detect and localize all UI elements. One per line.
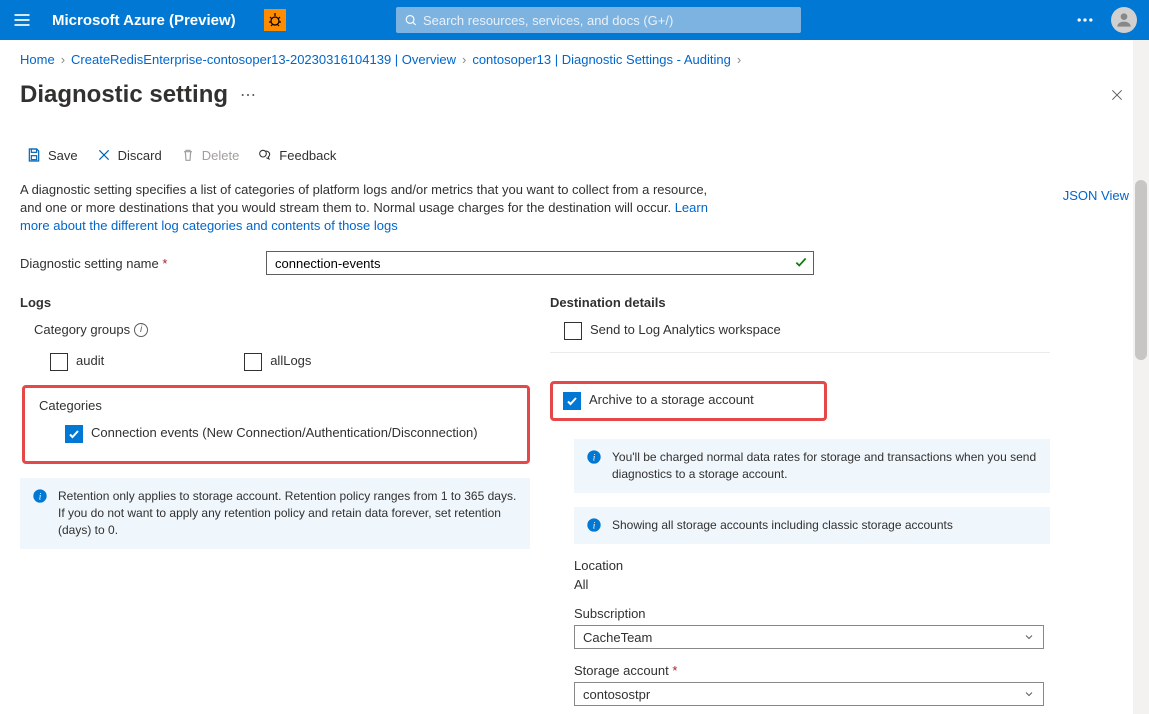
title-more-icon[interactable]: ⋯ [240,85,258,105]
categories-highlight-box: Categories Connection events (New Connec… [22,385,530,464]
vertical-scrollbar[interactable] [1133,40,1149,714]
subscription-select[interactable]: CacheTeam [574,625,1044,649]
showall-info-box: i Showing all storage accounts including… [574,507,1050,544]
archive-label: Archive to a storage account [589,392,754,407]
chevron-right-icon: › [61,52,65,67]
info-icon: i [586,517,602,533]
setting-name-label: Diagnostic setting name * [20,256,266,271]
category-groups-label: Category groups i [34,322,530,337]
svg-text:i: i [39,492,42,502]
destination-column: Destination details Send to Log Analytic… [550,295,1050,706]
charge-info-box: i You'll be charged normal data rates fo… [574,439,1050,493]
breadcrumb-deployment[interactable]: CreateRedisEnterprise-contosoper13-20230… [71,52,456,67]
avatar[interactable] [1111,7,1137,33]
top-header: Microsoft Azure (Preview) [0,0,1149,40]
brand-label[interactable]: Microsoft Azure (Preview) [52,12,236,29]
showall-info-text: Showing all storage accounts including c… [612,517,953,534]
page-title: Diagnostic setting [20,81,228,109]
delete-label: Delete [202,148,240,163]
alllogs-checkbox[interactable]: allLogs [244,353,311,371]
preview-bug-icon[interactable] [264,9,286,31]
json-view-link[interactable]: JSON View [1063,188,1129,203]
retention-info-text: Retention only applies to storage accoun… [58,488,518,539]
feedback-label: Feedback [279,148,336,163]
storage-account-value: contosostpr [583,687,650,702]
discard-label: Discard [118,148,162,163]
svg-text:i: i [593,521,596,531]
more-icon[interactable] [1075,10,1095,30]
chevron-right-icon: › [462,52,466,67]
archive-checkbox[interactable]: Archive to a storage account [563,392,754,410]
storage-account-label: Storage account * [574,663,1050,678]
scrollbar-thumb[interactable] [1135,180,1147,360]
audit-checkbox[interactable]: audit [50,353,104,371]
breadcrumb-resource[interactable]: contosoper13 | Diagnostic Settings - Aud… [472,52,730,67]
chevron-down-icon [1023,688,1035,700]
breadcrumb-home[interactable]: Home [20,52,55,67]
charge-info-text: You'll be charged normal data rates for … [612,449,1038,483]
connection-events-checkbox[interactable]: Connection events (New Connection/Authen… [65,425,517,443]
save-label: Save [48,148,78,163]
discard-button[interactable]: Discard [96,147,162,163]
destination-heading: Destination details [550,295,1050,310]
chevron-down-icon [1023,631,1035,643]
audit-label: audit [76,353,104,368]
subscription-label: Subscription [574,606,1050,621]
feedback-button[interactable]: Feedback [257,147,336,163]
subscription-value: CacheTeam [583,630,652,645]
setting-name-input[interactable] [266,251,814,275]
location-value: All [574,577,1050,592]
menu-icon[interactable] [12,10,32,30]
search-box[interactable] [396,7,801,33]
logs-column: Logs Category groups i audit allLogs Cat… [20,295,530,706]
archive-highlight-box: Archive to a storage account [550,381,827,421]
log-analytics-label: Send to Log Analytics workspace [590,322,781,337]
description-body: A diagnostic setting specifies a list of… [20,182,707,215]
save-button[interactable]: Save [26,147,78,163]
info-icon: i [586,449,602,465]
retention-info-box: i Retention only applies to storage acco… [20,478,530,549]
location-label: Location [574,558,1050,573]
description-text: A diagnostic setting specifies a list of… [20,181,720,235]
delete-button: Delete [180,147,240,163]
log-analytics-checkbox[interactable]: Send to Log Analytics workspace [564,322,1050,340]
alllogs-label: allLogs [270,353,311,368]
valid-check-icon [794,255,808,269]
content-area: Home › CreateRedisEnterprise-contosoper1… [0,40,1149,714]
command-toolbar: Save Discard Delete Feedback [20,147,1129,163]
storage-account-select[interactable]: contosostpr [574,682,1044,706]
svg-text:i: i [593,453,596,463]
info-icon: i [32,488,48,504]
connection-events-label: Connection events (New Connection/Authen… [91,425,478,440]
logs-heading: Logs [20,295,530,310]
chevron-right-icon: › [737,52,741,67]
search-input[interactable] [423,13,793,28]
categories-label: Categories [39,398,517,413]
close-icon[interactable] [1109,87,1125,103]
breadcrumb: Home › CreateRedisEnterprise-contosoper1… [20,52,1129,67]
info-icon[interactable]: i [134,323,148,337]
